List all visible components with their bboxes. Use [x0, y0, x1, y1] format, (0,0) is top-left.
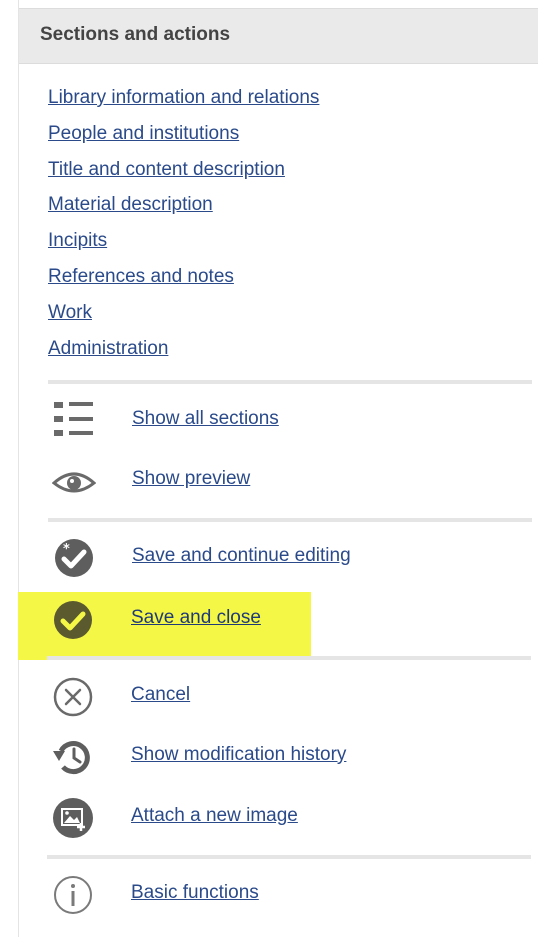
history-icon	[53, 741, 90, 775]
attach-image-link[interactable]: Attach a new image	[131, 805, 298, 827]
show-preview-action[interactable]: Show preview	[48, 456, 528, 506]
cancel-circle-icon	[53, 677, 93, 717]
save-and-close-link[interactable]: Save and close	[131, 607, 261, 629]
svg-text:*: *	[63, 542, 70, 557]
show-all-sections-action[interactable]: Show all sections	[48, 396, 528, 446]
section-link-library-information[interactable]: Library information and relations	[48, 82, 319, 118]
show-preview-link[interactable]: Show preview	[132, 468, 250, 490]
image-add-icon	[53, 798, 93, 838]
section-link-administration[interactable]: Administration	[48, 333, 319, 369]
basic-functions-link[interactable]: Basic functions	[131, 882, 259, 904]
section-links-list: Library information and relations People…	[48, 82, 319, 368]
list-icon	[54, 402, 93, 436]
show-all-sections-link[interactable]: Show all sections	[132, 408, 279, 430]
check-circle-icon	[54, 601, 92, 639]
divider	[48, 380, 532, 384]
modification-history-action[interactable]: Show modification history	[47, 732, 527, 782]
panel-header: Sections and actions	[19, 8, 538, 64]
section-link-people-institutions[interactable]: People and institutions	[48, 118, 319, 154]
section-link-title-content[interactable]: Title and content description	[48, 154, 319, 190]
modification-history-link[interactable]: Show modification history	[131, 744, 346, 766]
attach-image-action[interactable]: Attach a new image	[47, 793, 527, 843]
save-continue-editing-link[interactable]: Save and continue editing	[132, 545, 351, 567]
panel-title: Sections and actions	[40, 24, 231, 45]
cancel-link[interactable]: Cancel	[131, 684, 190, 706]
section-link-incipits[interactable]: Incipits	[48, 225, 319, 261]
info-icon	[54, 876, 92, 914]
basic-functions-action[interactable]: Basic functions	[47, 870, 527, 920]
save-continue-editing-action[interactable]: * Save and continue editing	[48, 533, 528, 583]
section-link-work[interactable]: Work	[48, 297, 319, 333]
cancel-action[interactable]: Cancel	[47, 672, 527, 722]
save-continue-icon: *	[55, 539, 93, 577]
eye-icon	[52, 472, 96, 493]
section-link-material-description[interactable]: Material description	[48, 189, 319, 225]
divider	[48, 518, 532, 522]
section-link-references-notes[interactable]: References and notes	[48, 261, 319, 297]
save-and-close-action[interactable]: Save and close	[47, 595, 527, 645]
